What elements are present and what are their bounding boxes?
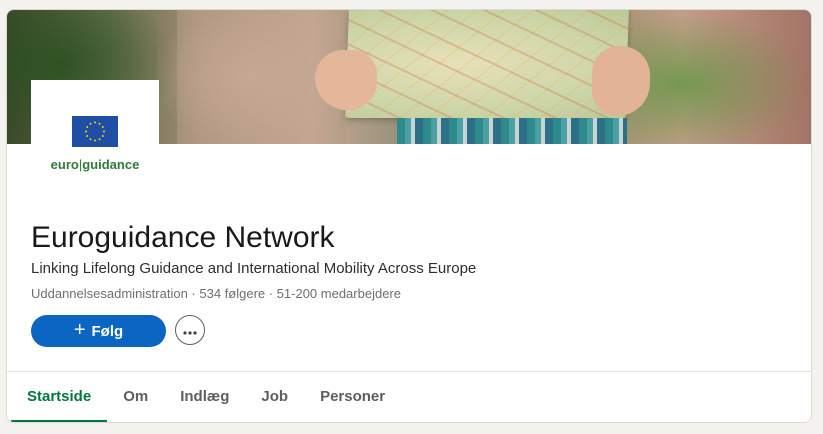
logo-wordmark: euro|guidance [50, 157, 140, 172]
tab-indlaeg[interactable]: Indlæg [164, 372, 245, 422]
follow-label: Følg [91, 322, 124, 340]
tab-om[interactable]: Om [107, 372, 164, 422]
eu-flag-icon [72, 116, 118, 147]
more-options-button[interactable] [175, 315, 205, 345]
tab-startside[interactable]: Startside [11, 372, 108, 422]
tab-personer[interactable]: Personer [304, 372, 401, 422]
tab-job[interactable]: Job [245, 372, 304, 422]
plus-icon: + [73, 319, 86, 341]
company-name: Euroguidance Network [31, 221, 335, 254]
map-illustration [345, 10, 629, 118]
company-tagline: Linking Lifelong Guidance and Internatio… [31, 260, 477, 277]
follow-button[interactable]: + Følg [31, 315, 166, 347]
company-tabs: Startside Om Indlæg Job Personer [11, 372, 401, 422]
ellipsis-icon [183, 323, 197, 338]
company-page-card: euro|guidance Euroguidance Network Linki… [6, 9, 812, 423]
company-meta: Uddannelsesadministration · 534 følgere … [31, 286, 401, 301]
company-logo[interactable]: euro|guidance [31, 80, 159, 180]
